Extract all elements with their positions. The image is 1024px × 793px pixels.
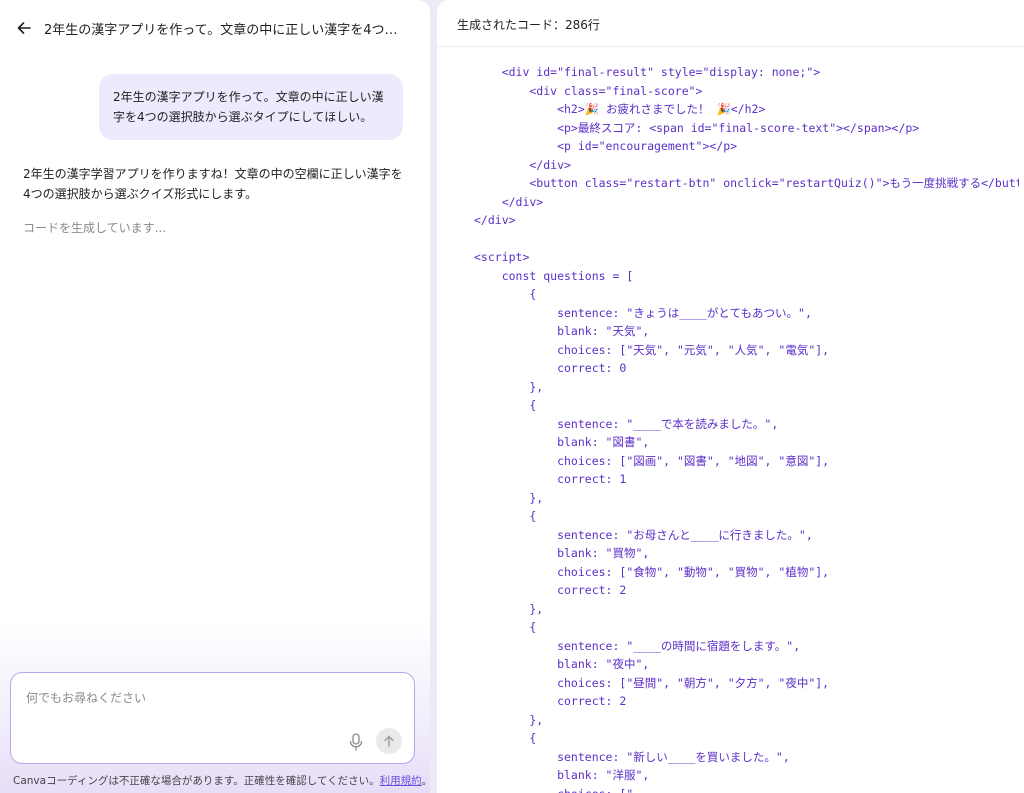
send-button[interactable] xyxy=(376,728,402,754)
code-line: correct: 2 xyxy=(474,694,627,708)
code-line: correct: 0 xyxy=(474,361,627,375)
code-line: correct: 2 xyxy=(474,583,627,597)
code-line: <p>最終スコア: <span id="final-score-text"></… xyxy=(474,120,920,135)
code-line: }, xyxy=(474,379,544,394)
code-line: choices: ["天気", "元気", "人気", "電気"], xyxy=(474,342,830,357)
code-header: 生成されたコード：286行 xyxy=(437,0,1024,47)
back-button[interactable] xyxy=(12,16,36,40)
disclaimer-end: 。 xyxy=(422,775,430,787)
code-line: sentence: "新しい____を買いました。", xyxy=(474,749,790,764)
code-line: const questions = [ xyxy=(474,268,634,283)
code-line: </div> xyxy=(474,157,571,172)
code-line: { xyxy=(474,731,537,745)
code-line: choices: ["食物", "動物", "買物", "植物"], xyxy=(474,564,830,579)
code-line: choices: ["図画", "図書", "地図", "意図"], xyxy=(474,453,830,468)
code-line: blank: "図書", xyxy=(474,435,650,449)
code-line: <script> xyxy=(474,250,530,264)
code-line: }, xyxy=(474,601,544,616)
code-line: { xyxy=(474,287,537,301)
chat-title: 2年生の漢字アプリを作って。文章の中に正しい漢字を4つの選択肢... xyxy=(44,22,409,38)
generating-status: コードを生成しています... xyxy=(23,221,167,235)
code-line: correct: 1 xyxy=(474,472,627,486)
code-line: { xyxy=(474,398,537,412)
mic-button[interactable] xyxy=(346,732,366,752)
code-line: sentence: "____で本を読みました。", xyxy=(474,416,779,431)
code-line: <button class="restart-btn" onclick="res… xyxy=(474,176,1019,190)
code-line: sentence: "お母さんと____に行きました。", xyxy=(474,527,813,542)
code-line: </div> xyxy=(474,194,544,209)
code-line: blank: "買物", xyxy=(474,546,650,560)
microphone-icon xyxy=(349,733,363,751)
code-line: }, xyxy=(474,490,544,505)
code-view[interactable]: <div id="final-result" style="display: n… xyxy=(474,63,1019,793)
user-message: 2年生の漢字アプリを作って。文章の中に正しい漢字を4つの選択肢から選ぶタイプにし… xyxy=(99,74,403,140)
code-line: <p id="encouragement"></p> xyxy=(474,139,738,153)
arrow-up-icon xyxy=(384,735,394,747)
chat-header: 2年生の漢字アプリを作って。文章の中に正しい漢字を4つの選択肢... xyxy=(0,0,430,56)
code-panel: 生成されたコード：286行 <div id="final-result" sty… xyxy=(437,0,1024,793)
code-line: blank: "洋服", xyxy=(474,768,650,782)
disclaimer: Canvaコーディングは不正確な場合があります。正確性を確認してください。利用規… xyxy=(13,773,430,788)
code-line: }, xyxy=(474,712,544,727)
code-line: sentence: "____の時間に宿題をします。", xyxy=(474,638,801,653)
code-line: { xyxy=(474,620,537,634)
code-line: <div id="final-result" style="display: n… xyxy=(474,65,821,79)
code-line: </div> xyxy=(474,213,516,227)
chat-panel: 2年生の漢字アプリを作って。文章の中に正しい漢字を4つの選択肢... 2年生の漢… xyxy=(0,0,430,793)
code-line: <h2>🎉 お疲れさまでした！ 🎉</h2> xyxy=(474,102,766,116)
chat-input[interactable] xyxy=(26,691,396,705)
code-line: <div class="final-score"> xyxy=(474,83,703,98)
chat-input-box[interactable] xyxy=(10,672,415,764)
assistant-message: 2年生の漢字学習アプリを作りますね！文章の中の空欄に正しい漢字を4つの選択肢から… xyxy=(23,167,403,201)
code-line: choices: [" xyxy=(474,785,1019,793)
code-line: blank: "天気", xyxy=(474,324,650,338)
code-title: 生成されたコード：286行 xyxy=(457,18,600,32)
disclaimer-text: Canvaコーディングは不正確な場合があります。正確性を確認してください。 xyxy=(13,775,380,787)
arrow-left-icon xyxy=(17,22,31,34)
code-line: { xyxy=(474,509,537,523)
code-line: choices: ["昼間", "朝方", "夕方", "夜中"], xyxy=(474,675,830,690)
code-line: blank: "夜中", xyxy=(474,657,650,671)
terms-link[interactable]: 利用規約 xyxy=(380,775,422,787)
code-line: sentence: "きょうは____がとてもあつい。", xyxy=(474,305,812,320)
